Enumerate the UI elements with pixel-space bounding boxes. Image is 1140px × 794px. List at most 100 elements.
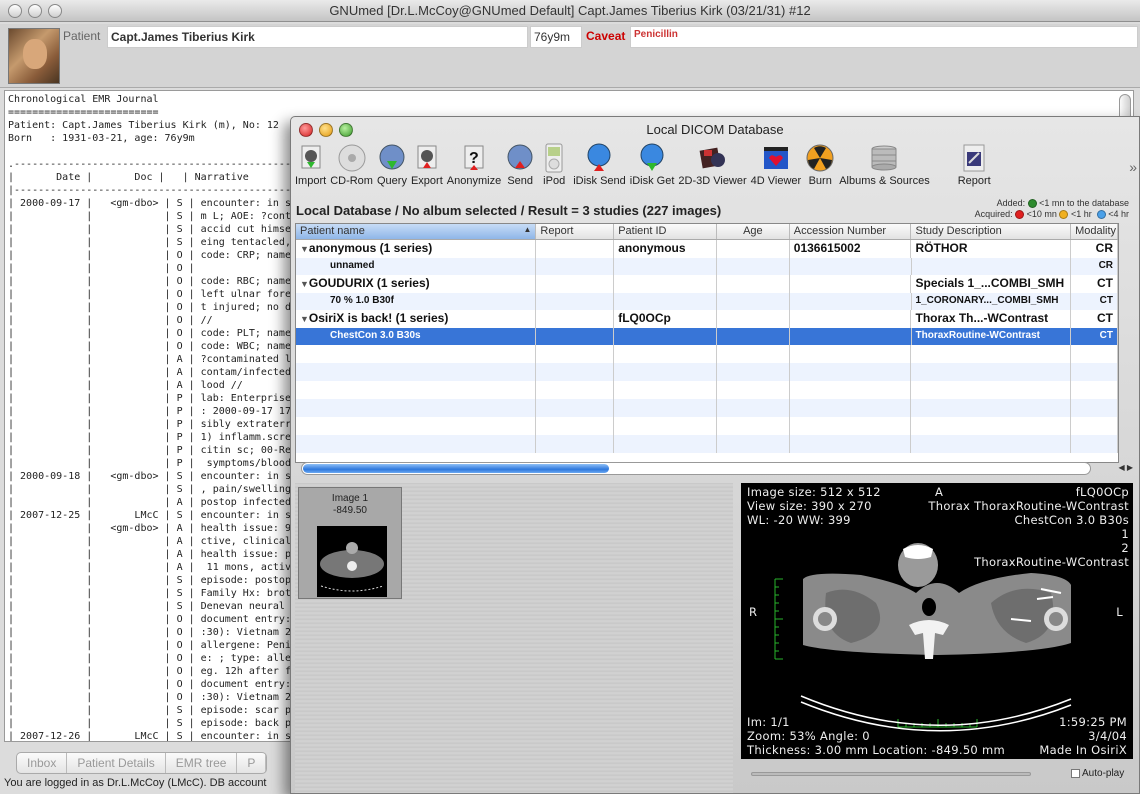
- albums-sources-button[interactable]: Albums & Sources: [839, 143, 930, 187]
- checkbox-icon[interactable]: [1071, 768, 1080, 778]
- right-orientation-label: R: [749, 605, 758, 619]
- col-patient-id[interactable]: Patient ID: [614, 224, 717, 239]
- empty-row[interactable]: [296, 363, 1118, 381]
- autoplay-checkbox[interactable]: Auto-play: [1071, 768, 1124, 779]
- table-horizontal-scrollbar[interactable]: [301, 462, 1091, 475]
- cell-name: ▼anonymous (1 series): [296, 240, 537, 258]
- minimize-button[interactable]: [28, 4, 42, 18]
- empty-row[interactable]: [296, 417, 1118, 435]
- study-row[interactable]: ▼GOUDURIX (1 series) Specials 1_...COMBI_…: [296, 275, 1118, 293]
- import-button[interactable]: Import: [295, 143, 326, 187]
- legend-acq3: <4 hr: [1108, 209, 1129, 219]
- empty-row[interactable]: [296, 381, 1118, 399]
- cell-mod: CT: [1071, 293, 1118, 310]
- time-text: 1:59:25 PM: [1059, 715, 1127, 729]
- 2d-3d-viewer-button[interactable]: 2D-3D Viewer: [678, 143, 747, 187]
- main-title-bar: GNUmed [Dr.L.McCoy@GNUmed Default] Capt.…: [0, 0, 1140, 22]
- cell-acc: [790, 399, 912, 417]
- tab-patient-details[interactable]: Patient Details: [67, 753, 166, 773]
- cell-pid: [614, 417, 717, 435]
- date-text: 3/4/04: [1088, 729, 1127, 743]
- disclosure-triangle-icon[interactable]: ▼: [300, 314, 309, 324]
- tab-inbox[interactable]: Inbox: [17, 753, 68, 773]
- empty-row[interactable]: [296, 399, 1118, 417]
- export-button[interactable]: Export: [411, 143, 443, 187]
- image-viewer[interactable]: Image size: 512 x 512 View size: 390 x 2…: [741, 483, 1133, 759]
- series-text: ChestCon 3.0 B30s: [1014, 513, 1129, 527]
- disclosure-triangle-icon[interactable]: ▼: [300, 244, 309, 254]
- cell-acc: [790, 293, 912, 310]
- dicom-zoom-button[interactable]: [339, 123, 353, 137]
- cell-report: [536, 399, 615, 417]
- cell-mod: [1071, 363, 1118, 381]
- cell-report: [536, 435, 615, 453]
- series-row[interactable]: ChestCon 3.0 B30s ThoraxRoutine-WContrast…: [296, 328, 1118, 345]
- image-thumbnail[interactable]: Image 1 -849.50: [298, 487, 402, 599]
- cell-mod: CT: [1071, 310, 1118, 328]
- idisk-get-button[interactable]: iDisk Get: [630, 143, 674, 187]
- dicom-close-button[interactable]: [299, 123, 313, 137]
- cell-name: [296, 399, 537, 417]
- cell-report: [536, 328, 615, 345]
- col-study-description[interactable]: Study Description: [911, 224, 1072, 239]
- cd-rom-button[interactable]: CD-Rom: [330, 143, 373, 187]
- dicom-minimize-button[interactable]: [319, 123, 333, 137]
- scrollbar-thumb[interactable]: [303, 464, 609, 473]
- tab-emr-tree[interactable]: EMR tree: [166, 753, 238, 773]
- col-report[interactable]: Report: [536, 224, 615, 239]
- close-button[interactable]: [8, 4, 22, 18]
- cell-report: [536, 310, 615, 328]
- col-accession-number[interactable]: Accession Number: [790, 224, 912, 239]
- send-button[interactable]: Send: [505, 143, 535, 187]
- study-row[interactable]: ▼anonymous (1 series) anonymous 0136615002…: [296, 240, 1118, 258]
- cell-pid: [614, 293, 718, 310]
- made-in-text: Made In OsiriX: [1039, 743, 1127, 757]
- empty-row[interactable]: [296, 345, 1118, 363]
- cell-acc: [790, 417, 912, 435]
- scroll-arrows-icon[interactable]: ◀ ▶: [1118, 463, 1133, 472]
- patient-name-field[interactable]: Capt.James Tiberius Kirk: [107, 26, 528, 48]
- cell-mod: CT: [1071, 328, 1118, 345]
- study-row[interactable]: ▼OsiriX is back! (1 series) fLQ0OCp Thorax…: [296, 310, 1118, 328]
- cell-desc: [911, 417, 1072, 435]
- tab-more[interactable]: P: [237, 753, 267, 773]
- series-row[interactable]: unnamed CR: [296, 258, 1118, 275]
- cell-text: CT: [1097, 311, 1113, 325]
- cell-report: [536, 417, 615, 435]
- anonymize-icon: ?: [459, 143, 489, 173]
- report-button[interactable]: Report: [958, 143, 991, 187]
- col-patient-name[interactable]: Patient name ▲: [296, 224, 537, 239]
- idisk-send-button[interactable]: iDisk Send: [573, 143, 626, 187]
- blue-dot-icon: [1096, 210, 1106, 220]
- dicom-title: Local DICOM Database: [646, 122, 784, 137]
- cell-text: 1_CORONARY..._COMBI_SMH: [915, 295, 1059, 306]
- toolbar-label: iDisk Send: [573, 175, 626, 187]
- cell-age: [717, 399, 790, 417]
- view-size-text: View size: 390 x 270: [747, 499, 872, 513]
- 4d-viewer-button[interactable]: 4D Viewer: [751, 143, 801, 187]
- image-index-text: Im: 1/1: [747, 715, 790, 729]
- image-slider[interactable]: [751, 772, 1031, 776]
- zoom-button[interactable]: [48, 4, 62, 18]
- toolbar-overflow-icon[interactable]: »: [1129, 159, 1137, 175]
- empty-row[interactable]: [296, 435, 1118, 453]
- query-button[interactable]: Query: [377, 143, 407, 187]
- cell-age: [717, 328, 790, 345]
- burn-button[interactable]: Burn: [805, 143, 835, 187]
- col-age[interactable]: Age: [717, 224, 790, 239]
- legend-acq1: <10 mn: [1026, 209, 1057, 219]
- col-modality[interactable]: Modality: [1071, 224, 1118, 239]
- cell-report: [536, 345, 615, 363]
- ipod-button[interactable]: iPod: [539, 143, 569, 187]
- cell-desc: RÖTHOR: [911, 240, 1072, 258]
- cell-text: CR: [1095, 241, 1113, 255]
- cell-report: [536, 258, 615, 275]
- cell-text: fLQ0OCp: [618, 311, 671, 325]
- cell-mod: CR: [1071, 240, 1118, 258]
- disclosure-triangle-icon[interactable]: ▼: [300, 279, 309, 289]
- series-row[interactable]: 70 % 1.0 B30f 1_CORONARY..._COMBI_SMH CT: [296, 293, 1118, 310]
- anonymize-button[interactable]: ? Anonymize: [447, 143, 501, 187]
- caveat-field[interactable]: Penicillin: [630, 26, 1138, 48]
- toolbar-label: Burn: [808, 175, 832, 187]
- toolbar-label: Send: [507, 175, 534, 187]
